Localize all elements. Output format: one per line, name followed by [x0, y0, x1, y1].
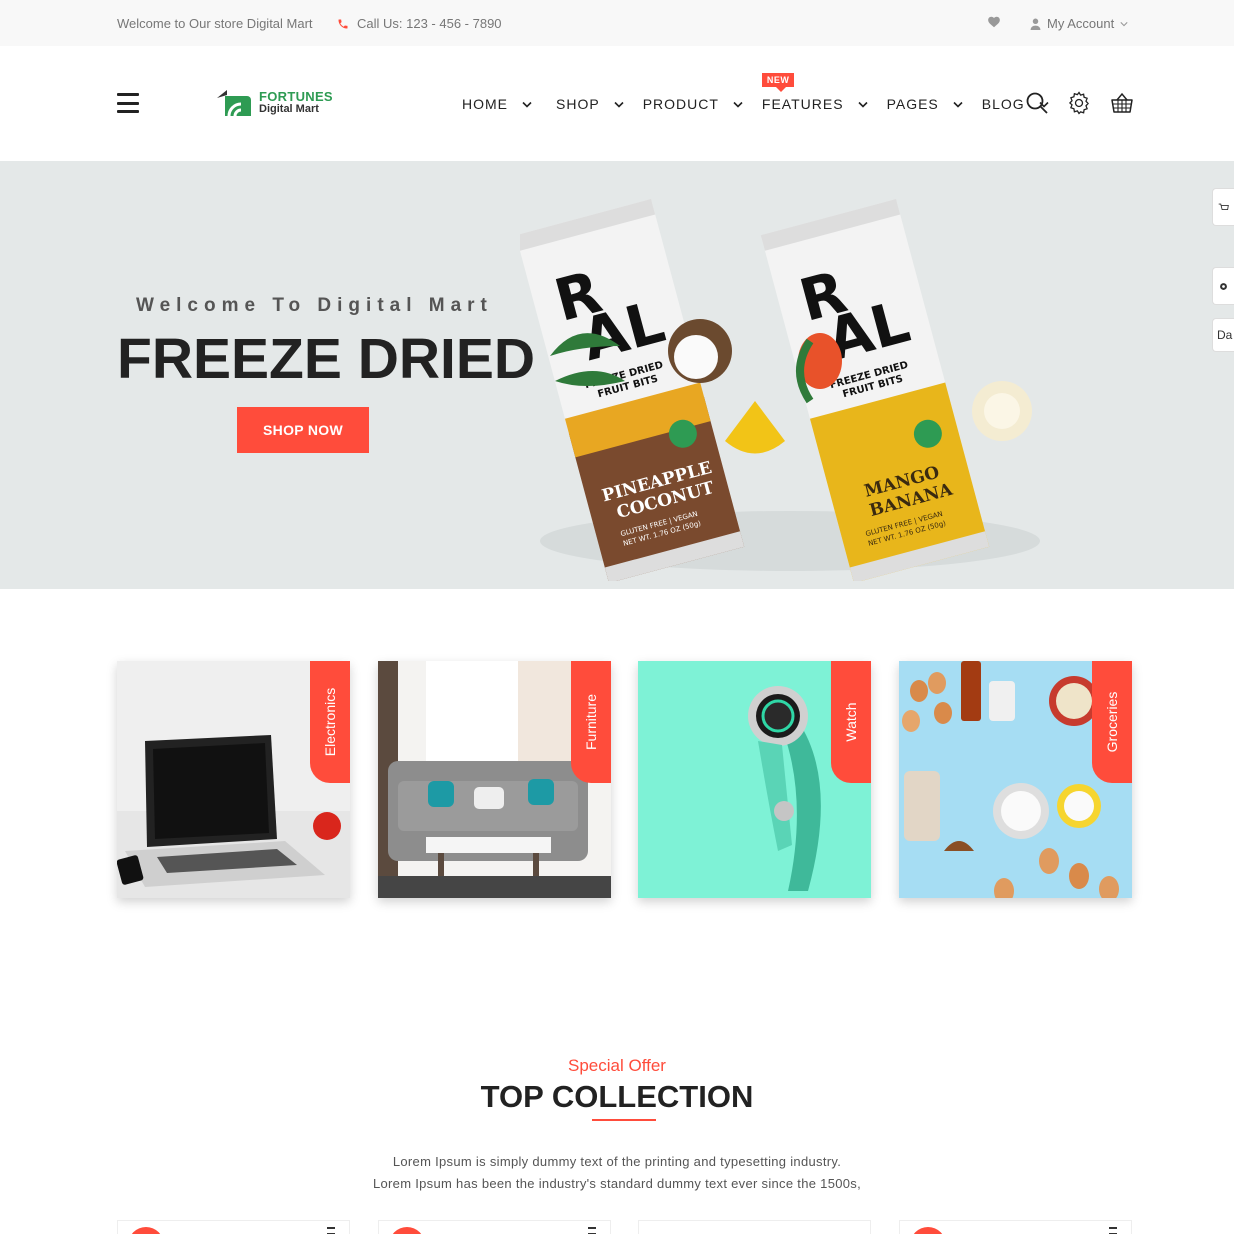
main-header: FORTUNES Digital Mart HOME SHOP PRODUCT … — [0, 46, 1234, 161]
shop-now-button[interactable]: SHOP NOW — [237, 407, 369, 453]
section-description: Lorem Ipsum is simply dummy text of the … — [0, 1151, 1234, 1195]
chevron-down-icon — [522, 101, 532, 108]
side-cart-tab[interactable] — [1212, 188, 1234, 226]
category-label: Watch — [843, 702, 859, 742]
nav-product[interactable]: PRODUCT — [643, 96, 743, 112]
chevron-down-icon — [733, 101, 743, 108]
phone-text: Call Us: 123 - 456 - 7890 — [357, 16, 502, 31]
phone-contact[interactable]: Call Us: 123 - 456 - 7890 — [337, 16, 502, 31]
top-bar: Welcome to Our store Digital Mart Call U… — [0, 0, 1234, 46]
product-card[interactable] — [117, 1220, 350, 1234]
cart-icon — [1218, 203, 1229, 210]
nav-shop-label: SHOP — [556, 96, 600, 112]
category-tag: Furniture — [571, 661, 611, 783]
my-account-label: My Account — [1047, 16, 1115, 31]
heart-icon[interactable] — [987, 15, 1001, 29]
sale-badge — [128, 1227, 164, 1234]
section-title: TOP COLLECTION — [480, 1079, 754, 1114]
logo[interactable]: FORTUNES Digital Mart — [215, 86, 333, 120]
sale-badge — [910, 1227, 946, 1234]
new-badge: NEW — [761, 73, 795, 92]
user-icon — [1030, 18, 1041, 30]
chevron-down-icon — [857, 101, 868, 108]
product-card[interactable] — [378, 1220, 611, 1234]
section-eyebrow: Special Offer — [568, 1056, 666, 1075]
product-card[interactable] — [638, 1220, 871, 1234]
chevron-down-icon — [614, 101, 624, 108]
category-tag: Groceries — [1092, 661, 1132, 783]
my-account-menu[interactable]: My Account — [1030, 16, 1128, 31]
cart-icon[interactable] — [1110, 91, 1134, 115]
nav-product-label: PRODUCT — [642, 96, 719, 112]
nav-blog-label: BLOG — [981, 96, 1025, 112]
category-tag: Watch — [831, 661, 871, 783]
hero-subtitle: Welcome To Digital Mart — [136, 295, 493, 316]
search-icon[interactable] — [1025, 91, 1049, 115]
logo-title: FORTUNES — [259, 89, 333, 104]
chevron-down-icon — [1120, 21, 1128, 26]
welcome-text: Welcome to Our store Digital Mart — [117, 16, 313, 31]
category-tag: Electronics — [310, 661, 350, 783]
description-line-1: Lorem Ipsum is simply dummy text of the … — [392, 1154, 842, 1169]
side-settings-tab[interactable] — [1212, 267, 1234, 305]
nav-shop[interactable]: SHOP — [556, 96, 624, 112]
category-card-furniture[interactable]: Furniture — [378, 661, 611, 898]
menu-icon[interactable] — [1109, 1227, 1117, 1234]
logo-mark-icon — [217, 90, 251, 117]
nav-features[interactable]: NEW FEATURES — [761, 73, 868, 112]
logo-subtitle: Digital Mart — [259, 103, 319, 115]
settings-icon[interactable] — [1067, 91, 1091, 115]
category-card-electronics[interactable]: Electronics — [117, 661, 350, 898]
description-line-2: Lorem Ipsum has been the industry's stan… — [372, 1176, 862, 1191]
category-card-groceries[interactable]: Groceries — [899, 661, 1132, 898]
category-label: Furniture — [583, 693, 599, 751]
gear-icon — [1220, 282, 1227, 290]
main-nav: HOME SHOP PRODUCT NEW FEATURES PAGES BLOG — [462, 73, 1049, 112]
nav-features-label: FEATURES — [761, 96, 844, 112]
hero-banner: Welcome To Digital Mart FREEZE DRIED SHO… — [0, 161, 1234, 589]
side-dark-tab[interactable]: Da — [1212, 318, 1234, 352]
category-card-watch[interactable]: Watch — [638, 661, 871, 898]
menu-icon[interactable] — [588, 1227, 596, 1234]
product-card[interactable] — [899, 1220, 1132, 1234]
hero-product-image: R AL FREEZE DRIED FRUIT BITS PINEAPPLE C… — [520, 199, 1040, 581]
nav-home[interactable]: HOME — [462, 96, 532, 112]
nav-pages[interactable]: PAGES — [887, 96, 963, 112]
sale-badge — [389, 1227, 425, 1234]
nav-home-label: HOME — [462, 96, 508, 112]
title-underline — [592, 1119, 656, 1121]
hero-title: FREEZE DRIED — [117, 327, 536, 391]
hamburger-icon[interactable] — [117, 93, 139, 113]
category-label: Electronics — [322, 687, 338, 757]
category-label: Groceries — [1104, 691, 1120, 753]
nav-pages-label: PAGES — [886, 96, 939, 112]
chevron-down-icon — [953, 101, 963, 108]
menu-icon[interactable] — [327, 1227, 335, 1234]
phone-icon — [338, 19, 348, 28]
